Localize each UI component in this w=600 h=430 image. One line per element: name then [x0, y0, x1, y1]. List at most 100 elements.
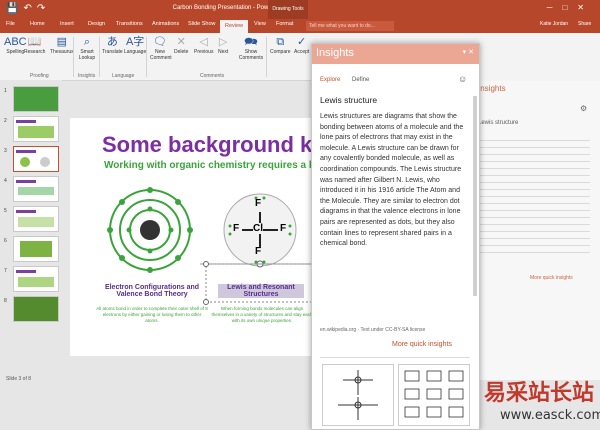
insights-window[interactable]: Insights ▾ ✕ Explore Define ☺ Lewis stru… [311, 43, 480, 430]
thumb-graphic [20, 157, 30, 167]
thumb-number: 6 [4, 238, 7, 244]
watermark-url: www.easck.com [500, 408, 600, 423]
tab-explore[interactable]: Explore [320, 77, 340, 83]
previous-comment-button[interactable]: ◁ Previous [194, 35, 213, 55]
delete-icon: ✕ [176, 36, 186, 48]
tab-view[interactable]: View [254, 21, 266, 27]
slide-thumbnail-2[interactable] [13, 116, 59, 142]
tab-home[interactable]: Home [30, 21, 45, 27]
delete-comment-button[interactable]: ✕ Delete [174, 35, 188, 55]
show-comments-label: Show Comments [238, 49, 264, 61]
group-insights: Insights [78, 73, 96, 79]
next-icon: ▷ [218, 36, 228, 48]
insights-docked-text [478, 134, 590, 254]
thumb-graphic [40, 157, 50, 167]
slide-thumbnail-4[interactable] [13, 176, 59, 202]
tab-design[interactable]: Design [88, 21, 105, 27]
comments-icon: 🗪 [244, 36, 258, 48]
thumb-bar [16, 150, 36, 153]
watermark-chinese: 易采站长站 [484, 380, 595, 406]
slide-thumbnail-8[interactable] [13, 296, 59, 322]
tab-review[interactable]: Review [220, 20, 249, 33]
thumb-number: 8 [4, 298, 7, 304]
insights-heading: Lewis structure [320, 95, 378, 105]
compare-icon: ⧉ [276, 36, 285, 48]
thumb-bar [16, 210, 36, 213]
research-button[interactable]: 📖 Research [24, 35, 45, 55]
more-quick-insights-link[interactable]: More quick insights [392, 341, 452, 348]
tab-animations[interactable]: Animations [152, 21, 179, 27]
tab-define[interactable]: Define [352, 77, 369, 83]
accept-button[interactable]: ✓ Accept [294, 35, 309, 55]
settings-icon[interactable]: ⚙ [580, 104, 587, 113]
translate-button[interactable]: あ Translate [102, 35, 123, 55]
comment-icon: 🗨 [153, 36, 167, 48]
lewis-image-2[interactable] [398, 364, 470, 426]
slide-thumbnail-6[interactable] [13, 236, 59, 262]
divider [266, 37, 267, 77]
thumb-number: 1 [4, 88, 7, 94]
research-icon: 📖 [27, 36, 42, 48]
next-comment-button[interactable]: ▷ Next [218, 35, 228, 55]
slide-thumbnail-1[interactable] [13, 86, 59, 112]
document-title: Carbon Bonding Presentation - PowerPoint [172, 5, 288, 11]
new-comment-button[interactable]: 🗨 New Comment [150, 35, 172, 61]
insights-source[interactable]: en.wikipedia.org · Text under CC-BY-SA l… [320, 327, 425, 333]
thesaurus-label: Thesaurus [50, 49, 74, 55]
divider [73, 37, 74, 77]
translate-label: Translate [102, 49, 123, 55]
pane-controls[interactable]: ▾ ✕ [463, 48, 474, 56]
tell-me-search[interactable]: Tell me what you want to do... [306, 21, 394, 31]
context-group-label: Drawing Tools [268, 0, 308, 19]
right-heading[interactable]: Lewis and Resonant Structures [218, 284, 304, 298]
show-comments-button[interactable]: 🗪 Show Comments [238, 35, 264, 61]
group-language: Language [112, 73, 135, 79]
tab-file[interactable]: File [6, 21, 15, 27]
thumb-number: 4 [4, 178, 7, 184]
tab-transitions[interactable]: Transitions [116, 21, 143, 27]
atom-label-f-left: F [233, 223, 240, 234]
user-name[interactable]: Katie Jordan [540, 21, 568, 27]
previous-label: Previous [194, 49, 214, 55]
left-body[interactable]: All atoms bond in order to complete thei… [96, 306, 208, 324]
atom-label-f-top: F [255, 198, 262, 209]
accept-icon: ✓ [297, 36, 307, 48]
lewis-image-1[interactable] [322, 364, 394, 426]
right-body[interactable]: When forming bonds molecules can align t… [210, 306, 314, 324]
slide-thumbnail-3[interactable] [13, 146, 59, 172]
share-button[interactable]: Share [578, 21, 591, 27]
smiley-feedback-icon[interactable]: ☺ [458, 74, 467, 84]
left-heading[interactable]: Electron Configurations and Valence Bond… [92, 284, 212, 298]
window-controls[interactable]: ─□✕ [547, 3, 594, 12]
divider [146, 37, 147, 77]
thumb-bar [16, 180, 36, 183]
thumb-graphic [18, 277, 54, 287]
compare-button[interactable]: ⧉ Compare [270, 35, 291, 55]
thumb-graphic [18, 187, 54, 195]
thumb-bar [16, 270, 36, 273]
divider [320, 357, 470, 358]
insights-header[interactable]: Insights ▾ ✕ [312, 44, 479, 64]
tab-format[interactable]: Format [276, 21, 293, 27]
magnifier-icon: ⌕ [83, 36, 91, 48]
ribbon: ABC Spelling 📖 Research ▤ Thesaurus ⌕ Smart … [0, 33, 600, 81]
tab-insert[interactable]: Insert [60, 21, 74, 27]
thumb-number: 2 [4, 118, 7, 124]
thumb-number: 7 [4, 268, 7, 274]
smart-lookup-label: Smart Lookup [78, 49, 96, 61]
slide-thumbnail-5[interactable] [13, 206, 59, 232]
atom-label-f-right: F [280, 223, 287, 234]
delete-label: Delete [174, 49, 189, 55]
group-comments: Comments [200, 73, 225, 79]
insights-scrollbar[interactable] [473, 96, 477, 296]
slide-thumbnail-7[interactable] [13, 266, 59, 292]
language-button[interactable]: A字 Language [124, 35, 146, 55]
new-comment-label: New Comment [150, 49, 172, 61]
insights-docked-more[interactable]: More quick insights [530, 275, 573, 281]
thesaurus-button[interactable]: ▤ Thesaurus [50, 35, 74, 55]
previous-icon: ◁ [199, 36, 208, 48]
tab-slide-show[interactable]: Slide Show [188, 21, 216, 27]
thumb-bar [16, 120, 36, 123]
atom-label-cl: Cl [253, 223, 263, 234]
smart-lookup-button[interactable]: ⌕ Smart Lookup [78, 35, 96, 61]
